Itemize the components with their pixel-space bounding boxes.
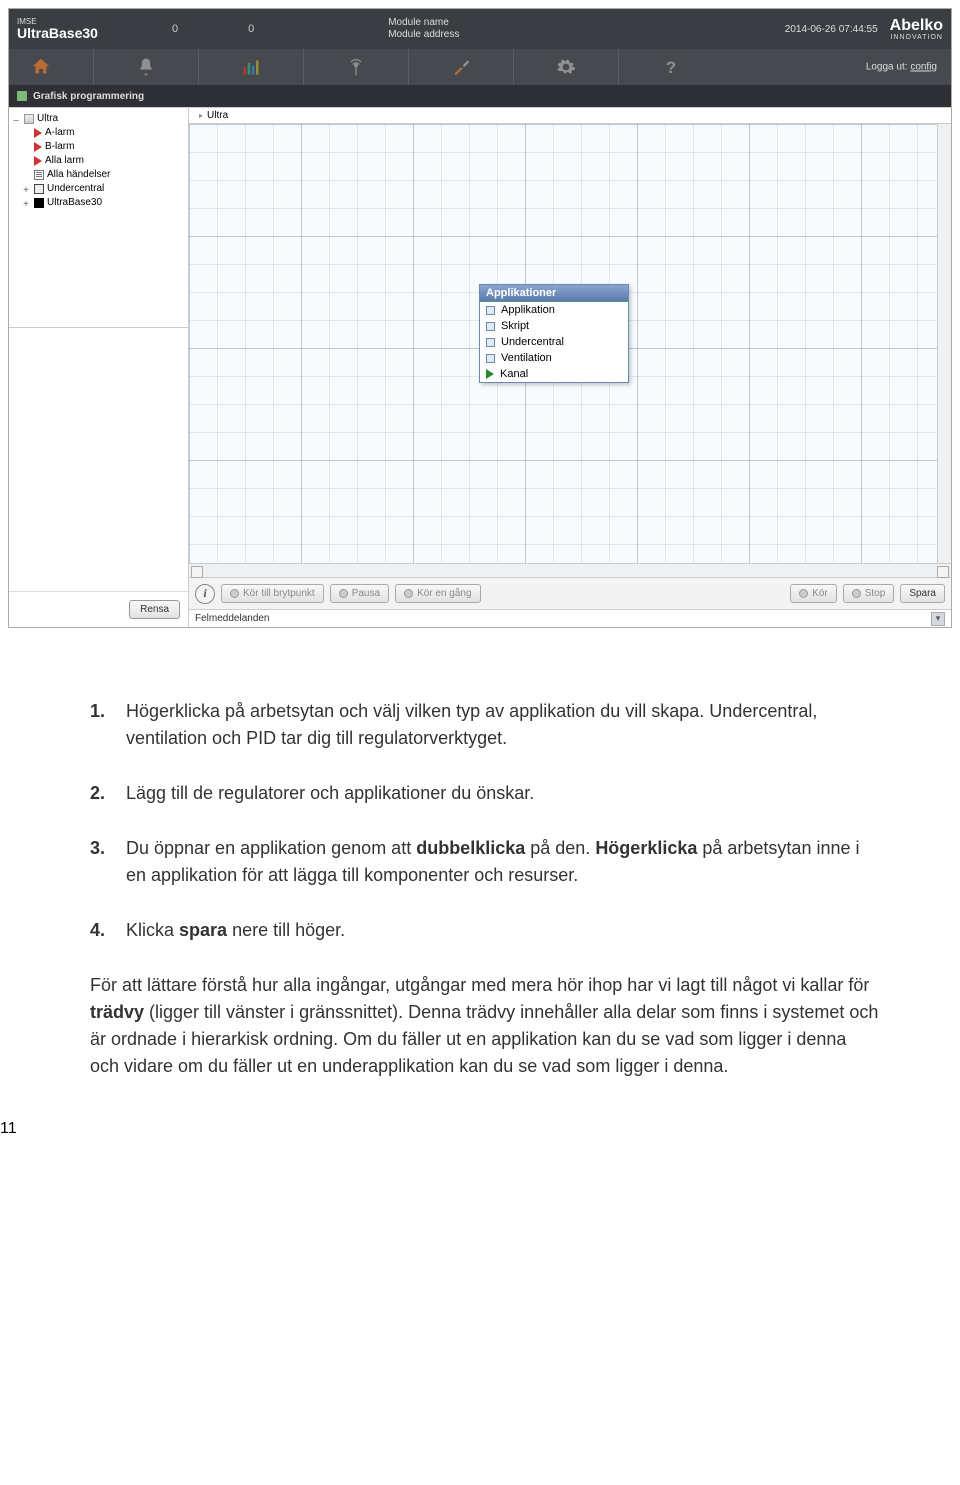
stop-button[interactable]: Stop bbox=[843, 584, 895, 603]
tree-alla-handelser[interactable]: Alla händelser bbox=[11, 168, 186, 182]
box-icon bbox=[34, 184, 44, 194]
run-button[interactable]: Kör bbox=[790, 584, 837, 603]
timestamp: 2014-06-26 07:44:55 bbox=[785, 24, 878, 35]
square-icon bbox=[486, 306, 495, 315]
tree-b-larm[interactable]: B-larm bbox=[11, 140, 186, 154]
app-icon bbox=[24, 114, 34, 124]
breadcrumb-label: Grafisk programmering bbox=[33, 91, 144, 102]
counter-zero-1: 0 bbox=[172, 23, 178, 35]
ctx-skript[interactable]: Skript bbox=[480, 318, 628, 334]
info-icon[interactable]: i bbox=[195, 584, 215, 604]
canvas-scrollbar-vertical[interactable] bbox=[937, 124, 951, 563]
sidebar-bottom: Rensa bbox=[9, 591, 188, 627]
paragraph-tree-view: För att lättare förstå hur alla ingångar… bbox=[90, 972, 880, 1080]
sidebar-middle bbox=[9, 328, 188, 591]
module-addr-label: Module address bbox=[388, 29, 459, 41]
app-screenshot: IMSE UltraBase30 0 0 Module name Module … bbox=[8, 8, 952, 628]
run-once-button[interactable]: Kör en gång bbox=[395, 584, 481, 603]
flag-icon bbox=[34, 142, 42, 152]
save-button[interactable]: Spara bbox=[900, 584, 945, 603]
gear-icon[interactable] bbox=[554, 55, 578, 79]
counter-zero-2: 0 bbox=[248, 23, 254, 35]
sidebar: –Ultra A-larm B-larm Alla larm Alla händ… bbox=[9, 108, 189, 627]
square-icon bbox=[486, 338, 495, 347]
page-number: 11 bbox=[0, 1120, 960, 1138]
tree-a-larm[interactable]: A-larm bbox=[11, 126, 186, 140]
context-menu-header: Applikationer bbox=[480, 285, 628, 302]
product-name: UltraBase30 bbox=[17, 26, 98, 40]
flag-icon bbox=[34, 156, 42, 166]
help-icon[interactable]: ? bbox=[659, 55, 683, 79]
breadcrumb-square-icon bbox=[17, 91, 27, 101]
error-bar[interactable]: Felmeddelanden ▾ bbox=[189, 609, 951, 627]
module-name-label: Module name bbox=[388, 17, 459, 29]
collapse-icon[interactable]: ▾ bbox=[931, 612, 945, 626]
square-icon bbox=[486, 322, 495, 331]
run-to-breakpoint-button[interactable]: Kör till brytpunkt bbox=[221, 584, 324, 603]
flag-icon bbox=[34, 128, 42, 138]
tree-view[interactable]: –Ultra A-larm B-larm Alla larm Alla händ… bbox=[9, 108, 188, 328]
hw-icon bbox=[34, 198, 44, 208]
list-icon bbox=[34, 170, 44, 180]
home-icon[interactable] bbox=[29, 55, 53, 79]
workspace: –Ultra A-larm B-larm Alla larm Alla händ… bbox=[9, 107, 951, 627]
bell-icon[interactable] bbox=[134, 55, 158, 79]
top-bar: IMSE UltraBase30 0 0 Module name Module … bbox=[9, 9, 951, 49]
tree-ultra[interactable]: –Ultra bbox=[11, 112, 186, 126]
brand-name: Abelko bbox=[890, 18, 943, 34]
square-icon bbox=[486, 354, 495, 363]
clear-button[interactable]: Rensa bbox=[129, 600, 180, 619]
chart-icon[interactable] bbox=[239, 55, 263, 79]
ctx-kanal[interactable]: Kanal bbox=[480, 366, 628, 382]
antenna-icon[interactable] bbox=[344, 55, 368, 79]
tree-ultrabase30[interactable]: +UltraBase30 bbox=[11, 196, 186, 210]
ctx-undercentral[interactable]: Undercentral bbox=[480, 334, 628, 350]
step-1: 1. Högerklicka på arbetsytan och välj vi… bbox=[90, 698, 880, 752]
ctx-ventilation[interactable]: Ventilation bbox=[480, 350, 628, 366]
pause-button[interactable]: Pausa bbox=[330, 584, 389, 603]
tree-alla-larm[interactable]: Alla larm bbox=[11, 154, 186, 168]
context-menu: Applikationer Applikation Skript Underce… bbox=[479, 284, 629, 383]
nav-row: ? Logga ut: config bbox=[9, 49, 951, 85]
svg-text:?: ? bbox=[666, 58, 676, 77]
ctx-applikation[interactable]: Applikation bbox=[480, 302, 628, 318]
document-text: 1. Högerklicka på arbetsytan och välj vi… bbox=[0, 628, 960, 1120]
logout-link[interactable]: Logga ut: config bbox=[866, 62, 937, 73]
breadcrumb-row: Grafisk programmering bbox=[9, 85, 951, 107]
tree-undercentral[interactable]: +Undercentral bbox=[11, 182, 186, 196]
canvas-scrollbar-horizontal[interactable] bbox=[189, 563, 951, 577]
triangle-icon bbox=[486, 369, 494, 379]
step-3: 3. Du öppnar en applikation genom att du… bbox=[90, 835, 880, 889]
canvas-header[interactable]: Ultra bbox=[189, 108, 951, 124]
canvas-toolbar: i Kör till brytpunkt Pausa Kör en gång K… bbox=[189, 577, 951, 609]
step-2: 2. Lägg till de regulatorer och applikat… bbox=[90, 780, 880, 807]
canvas-column: Ultra Applikationer Applikation Skript U… bbox=[189, 108, 951, 627]
brand-sub: INNOVATION bbox=[890, 34, 943, 41]
step-4: 4. Klicka spara nere till höger. bbox=[90, 917, 880, 944]
canvas[interactable]: Applikationer Applikation Skript Underce… bbox=[189, 124, 937, 563]
tools-icon[interactable] bbox=[449, 55, 473, 79]
